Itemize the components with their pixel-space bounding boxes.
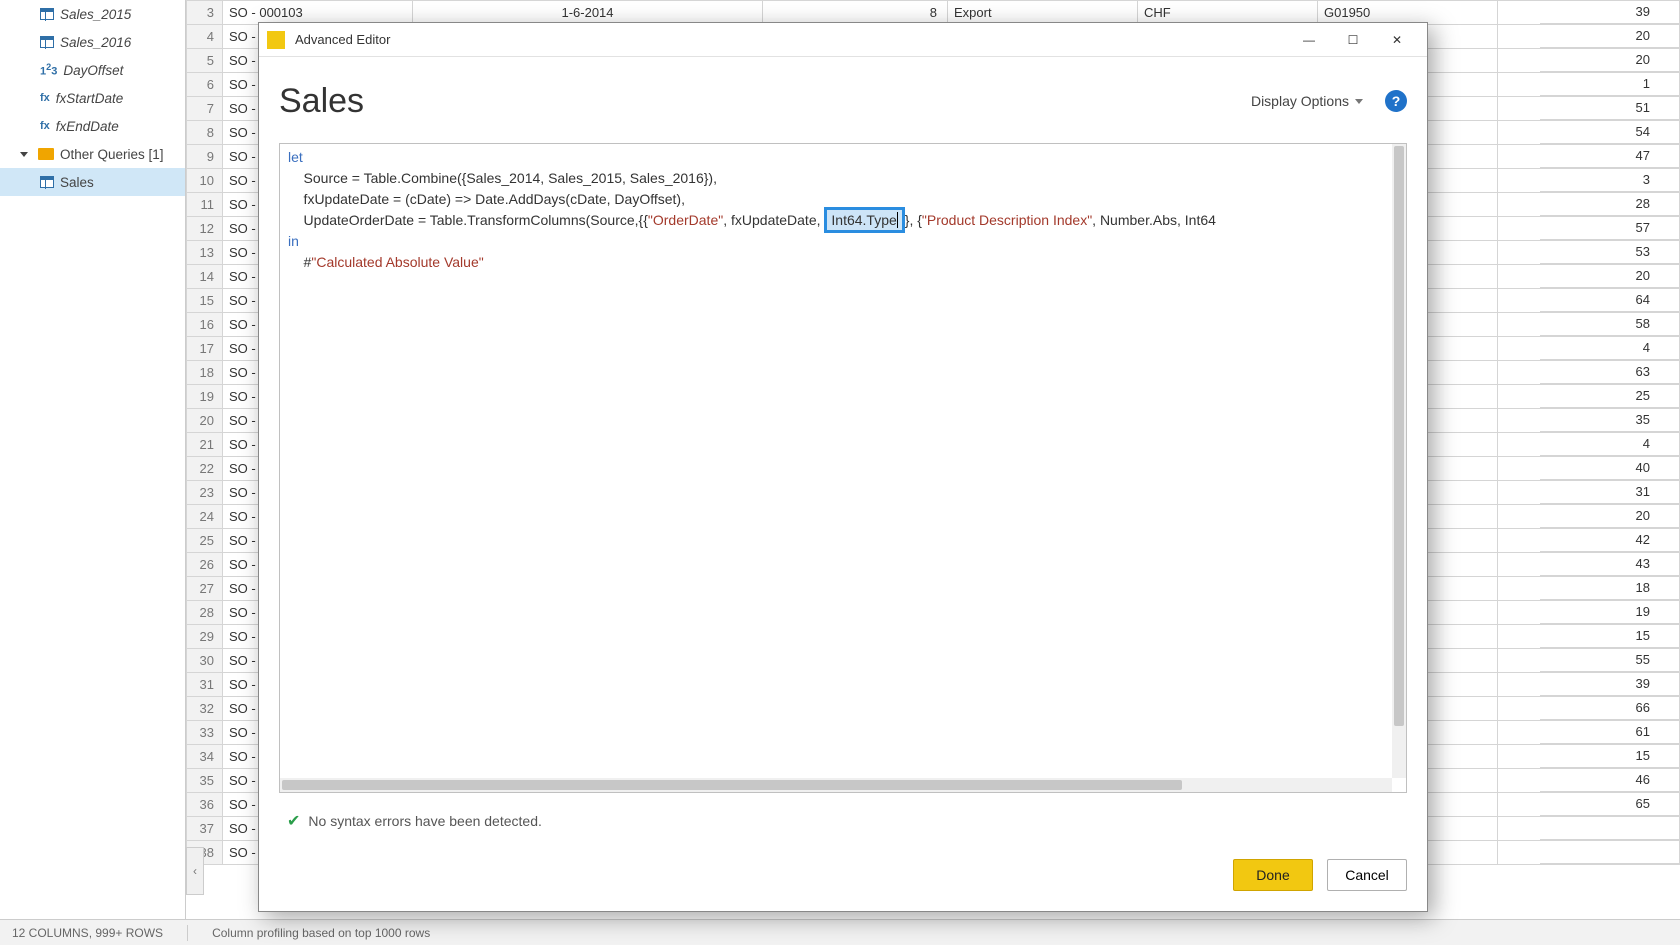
chevron-down-icon — [1355, 99, 1363, 104]
code-scroll-area[interactable]: let Source = Table.Combine({Sales_2014, … — [280, 144, 1392, 778]
scrollbar-thumb[interactable] — [282, 780, 1182, 790]
code-line: , Number.Abs, Int64 — [1092, 212, 1216, 228]
tree-item-label: fxStartDate — [56, 91, 124, 106]
code-editor[interactable]: let Source = Table.Combine({Sales_2014, … — [279, 143, 1407, 793]
display-options-label: Display Options — [1251, 93, 1349, 109]
number-icon: 123 — [40, 62, 57, 78]
tree-item-label: fxEndDate — [56, 119, 119, 134]
header-row: Sales Display Options ? — [279, 75, 1407, 127]
close-button[interactable]: ✕ — [1375, 25, 1419, 55]
table-icon — [40, 8, 54, 20]
dialog-body: Sales Display Options ? let Source = Tab… — [259, 57, 1427, 911]
help-icon: ? — [1392, 93, 1401, 109]
tree-item-sales-2016[interactable]: Sales_2016 — [0, 28, 185, 56]
code-line: Source = Table.Combine({Sales_2014, Sale… — [288, 170, 717, 186]
tree-item-label: DayOffset — [63, 63, 123, 78]
tree-item-dayoffset[interactable]: 123 DayOffset — [0, 56, 185, 84]
dialog-buttons: Done Cancel — [279, 841, 1407, 911]
check-icon: ✔ — [287, 811, 300, 831]
rightmost-column: 3920201515447328575320645846325354403120… — [1540, 0, 1680, 864]
code-string: "Product Description Index" — [922, 212, 1092, 228]
code-line: UpdateOrderDate = Table.TransformColumns… — [288, 212, 648, 228]
status-row-count: 12 COLUMNS, 999+ ROWS — [12, 926, 163, 940]
button-label: Cancel — [1345, 867, 1389, 883]
status-bar: 12 COLUMNS, 999+ ROWS Column profiling b… — [0, 919, 1680, 945]
advanced-editor-dialog: Advanced Editor — ☐ ✕ Sales Display Opti… — [258, 22, 1428, 912]
function-icon: fx — [40, 120, 50, 132]
cancel-button[interactable]: Cancel — [1327, 859, 1407, 891]
code-line: fxUpdateDate = (cDate) => Date.AddDays(c… — [288, 191, 685, 207]
tree-folder-other-queries[interactable]: Other Queries [1] — [0, 140, 185, 168]
tree-item-fxstartdate[interactable]: fx fxStartDate — [0, 84, 185, 112]
dialog-title: Advanced Editor — [295, 32, 390, 47]
app-icon — [267, 31, 285, 49]
code-content[interactable]: let Source = Table.Combine({Sales_2014, … — [280, 144, 1392, 278]
code-string: "OrderDate" — [648, 212, 723, 228]
panel-collapse-handle[interactable]: ‹ — [186, 847, 204, 895]
title-bar[interactable]: Advanced Editor — ☐ ✕ — [259, 23, 1427, 57]
vertical-scrollbar[interactable] — [1392, 144, 1406, 778]
code-line: , fxUpdateDate, — [723, 212, 824, 228]
query-name-heading: Sales — [279, 82, 364, 121]
divider — [187, 925, 188, 941]
tree-item-fxenddate[interactable]: fx fxEndDate — [0, 112, 185, 140]
keyword-in: in — [288, 233, 299, 249]
tree-item-label: Sales_2016 — [60, 35, 131, 50]
tree-item-label: Sales — [60, 175, 94, 190]
selection-content: Int64.Type — [831, 212, 896, 228]
status-profiling: Column profiling based on top 1000 rows — [212, 926, 430, 940]
keyword-let: let — [288, 149, 303, 165]
tree-item-sales[interactable]: Sales — [0, 168, 185, 196]
tree-item-label: Sales_2015 — [60, 7, 131, 22]
code-line: }, { — [905, 212, 922, 228]
maximize-button[interactable]: ☐ — [1331, 25, 1375, 55]
code-line: # — [288, 254, 311, 270]
horizontal-scrollbar[interactable] — [280, 778, 1392, 792]
help-button[interactable]: ? — [1385, 90, 1407, 112]
selected-text[interactable]: Int64.Type — [824, 207, 904, 233]
button-label: Done — [1256, 867, 1289, 883]
table-icon — [40, 176, 54, 188]
syntax-status: ✔ No syntax errors have been detected. — [279, 803, 1407, 831]
done-button[interactable]: Done — [1233, 859, 1313, 891]
syntax-message: No syntax errors have been detected. — [308, 813, 541, 829]
table-icon — [40, 36, 54, 48]
display-options-dropdown[interactable]: Display Options — [1251, 93, 1363, 109]
scrollbar-thumb[interactable] — [1394, 146, 1404, 726]
minimize-button[interactable]: — — [1287, 25, 1331, 55]
queries-tree[interactable]: Sales_2015 Sales_2016 123 DayOffset fx f… — [0, 0, 186, 919]
tree-item-label: Other Queries [1] — [60, 147, 164, 162]
tree-item-sales-2015[interactable]: Sales_2015 — [0, 0, 185, 28]
function-icon: fx — [40, 92, 50, 104]
code-string: "Calculated Absolute Value" — [311, 254, 483, 270]
folder-icon — [38, 148, 54, 160]
expand-icon — [20, 152, 28, 157]
